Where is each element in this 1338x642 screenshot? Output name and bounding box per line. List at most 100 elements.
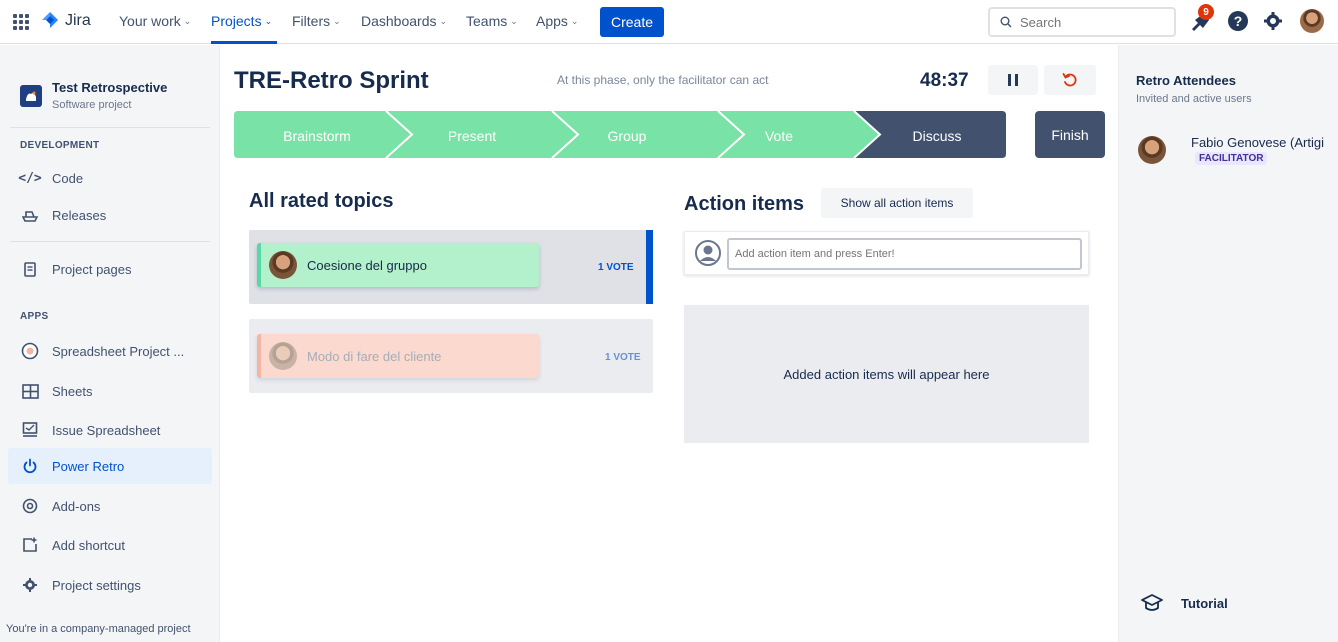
nav-teams[interactable]: Teams ⌄ xyxy=(466,13,518,29)
phase-stepper: Brainstorm Present Group Vote Discuss xyxy=(234,111,1006,158)
settings-gear-icon[interactable] xyxy=(1262,10,1284,32)
app-switcher-icon[interactable] xyxy=(13,14,29,30)
company-managed-note: You're in a company-managed project xyxy=(6,623,191,635)
nav-label: Projects xyxy=(211,13,262,29)
section-heading-development: DEVELOPMENT xyxy=(20,140,100,151)
pause-icon xyxy=(1008,74,1011,86)
search-icon xyxy=(1000,16,1012,28)
board-title: TRE-Retro Sprint xyxy=(234,67,429,94)
nav-label: Apps xyxy=(536,13,568,29)
nav-label: Filters xyxy=(292,13,331,29)
topic-card[interactable]: Coesione del gruppo xyxy=(257,243,539,287)
sidebar-item-issue-spreadsheet[interactable]: Issue Spreadsheet xyxy=(8,412,212,448)
countdown-timer: 48:37 xyxy=(920,70,969,91)
create-button[interactable]: Create xyxy=(600,7,664,37)
sidebar-item-sheets[interactable]: Sheets xyxy=(8,373,212,409)
action-item-composer xyxy=(684,231,1089,275)
search-box[interactable] xyxy=(988,7,1176,37)
sidebar-item-releases[interactable]: Releases xyxy=(8,197,212,233)
nav-dashboards[interactable]: Dashboards ⌄ xyxy=(361,13,447,29)
sidebar-item-code[interactable]: </> Code xyxy=(8,160,212,196)
sidebar-item-label: Issue Spreadsheet xyxy=(52,422,161,438)
project-type: Software project xyxy=(52,99,132,111)
logo-text: Jira xyxy=(65,12,91,29)
step-brainstorm[interactable]: Brainstorm xyxy=(262,128,372,144)
nav-projects[interactable]: Projects ⌄ xyxy=(211,13,272,29)
finish-button[interactable]: Finish xyxy=(1035,111,1105,158)
step-group[interactable]: Group xyxy=(572,128,682,144)
facilitator-badge: FACILITATOR xyxy=(1195,152,1268,165)
project-name[interactable]: Test Retrospective xyxy=(52,80,167,95)
topic-color-bar xyxy=(257,334,261,378)
reset-icon xyxy=(1062,73,1077,87)
vote-count: 1 VOTE xyxy=(598,262,634,273)
attendees-subtitle: Invited and active users xyxy=(1136,93,1252,105)
phase-note: At this phase, only the facilitator can … xyxy=(557,73,769,87)
attendees-panel: Retro Attendees Invited and active users… xyxy=(1118,45,1338,642)
attendee-name: Fabio Genovese (Artigi xyxy=(1191,135,1324,150)
nav-label: Dashboards xyxy=(361,13,437,29)
divider xyxy=(10,127,210,128)
step-present[interactable]: Present xyxy=(417,128,527,144)
reset-timer-button[interactable] xyxy=(1044,65,1096,95)
jira-logo-icon xyxy=(42,12,58,28)
chevron-down-icon: ⌄ xyxy=(264,15,273,26)
chevron-down-icon: ⌄ xyxy=(333,15,341,26)
show-all-action-items-button[interactable]: Show all action items xyxy=(821,188,973,218)
notification-badge: 9 xyxy=(1198,4,1214,20)
add-shortcut-icon xyxy=(20,535,40,555)
sidebar-item-project-pages[interactable]: Project pages xyxy=(8,251,212,287)
rated-topics-title: All rated topics xyxy=(249,190,394,212)
nav-apps[interactable]: Apps ⌄ xyxy=(536,13,578,29)
ship-icon xyxy=(20,205,40,225)
top-navigation: Jira Your work ⌄ Projects ⌄ Filters ⌄ Dashb… xyxy=(0,0,1338,44)
issue-spreadsheet-icon xyxy=(20,420,40,440)
topic-group[interactable]: Coesione del gruppo 1 VOTE xyxy=(249,230,653,304)
chevron-down-icon: ⌄ xyxy=(510,15,518,26)
pause-button[interactable] xyxy=(988,65,1038,95)
sidebar-item-label: Add shortcut xyxy=(52,537,125,553)
sidebar-item-label: Add-ons xyxy=(52,498,101,514)
nav-label: Teams xyxy=(466,13,508,29)
search-input[interactable] xyxy=(1018,13,1158,31)
sidebar-item-label: Code xyxy=(52,170,84,186)
action-item-input[interactable] xyxy=(727,238,1082,270)
addons-icon xyxy=(20,496,40,516)
user-avatar[interactable] xyxy=(1300,9,1324,33)
sidebar-item-label: Spreadsheet Project ... xyxy=(52,343,185,359)
vote-count: 1 VOTE xyxy=(605,352,641,363)
sidebar-item-project-settings[interactable]: Project settings xyxy=(8,567,212,603)
active-nav-indicator xyxy=(211,41,277,44)
project-avatar-icon xyxy=(20,85,42,107)
sidebar-item-power-retro[interactable]: Power Retro xyxy=(8,448,212,484)
code-icon: </> xyxy=(18,170,42,186)
nav-filters[interactable]: Filters ⌄ xyxy=(292,13,341,29)
topic-color-bar xyxy=(257,243,261,287)
attendees-title: Retro Attendees xyxy=(1136,73,1236,88)
sidebar-item-label: Sheets xyxy=(52,383,93,399)
project-sidebar: Test Retrospective Software project DEVE… xyxy=(0,45,220,642)
avatar xyxy=(269,251,297,279)
pause-icon xyxy=(1015,74,1018,86)
sidebar-item-label: Power Retro xyxy=(52,458,125,474)
step-discuss[interactable]: Discuss xyxy=(882,128,992,144)
tutorial-label: Tutorial xyxy=(1181,595,1228,611)
default-avatar-icon xyxy=(695,240,721,266)
step-vote[interactable]: Vote xyxy=(724,128,834,144)
sidebar-item-label: Project pages xyxy=(52,261,132,277)
topic-label: Coesione del gruppo xyxy=(307,257,427,273)
sidebar-item-label: Project settings xyxy=(52,577,141,593)
jira-logo[interactable]: Jira xyxy=(40,11,91,31)
help-icon[interactable]: ? xyxy=(1228,11,1248,31)
topic-card[interactable]: Modo di fare del cliente xyxy=(257,334,539,378)
sidebar-item-add-ons[interactable]: Add-ons xyxy=(8,488,212,524)
nav-your-work[interactable]: Your work ⌄ xyxy=(119,13,191,29)
action-items-title: Action items xyxy=(684,193,805,215)
tutorial-link[interactable]: Tutorial xyxy=(1141,593,1228,613)
sidebar-item-add-shortcut[interactable]: Add shortcut xyxy=(8,527,212,563)
topic-group[interactable]: Modo di fare del cliente 1 VOTE xyxy=(249,319,653,393)
section-heading-apps: APPS xyxy=(20,311,49,322)
chevron-down-icon: ⌄ xyxy=(183,15,192,26)
graduation-cap-icon xyxy=(1141,594,1163,611)
sidebar-item-spreadsheet-project[interactable]: Spreadsheet Project ... xyxy=(8,333,212,369)
